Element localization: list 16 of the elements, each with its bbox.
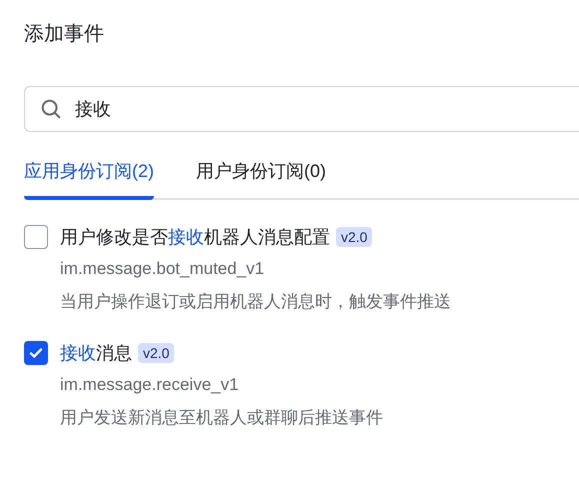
version-tag: v2.0 xyxy=(336,227,372,247)
version-tag: v2.0 xyxy=(138,343,174,363)
checkmark-icon xyxy=(29,347,43,359)
checkbox[interactable] xyxy=(24,225,48,249)
search-field[interactable]: 接收 xyxy=(24,86,579,132)
event-title: 用户修改是否接收机器人消息配置 xyxy=(60,226,330,248)
event-description: 用户发送新消息至机器人或群聊后推送事件 xyxy=(60,407,383,429)
event-key: im.message.bot_muted_v1 xyxy=(60,252,264,286)
dialog-title: 添加事件 xyxy=(24,22,104,47)
event-title: 接收消息 xyxy=(60,342,132,364)
tab[interactable]: 应用身份订阅(2) xyxy=(24,158,154,200)
search-icon xyxy=(40,98,62,120)
event-key: im.message.receive_v1 xyxy=(60,368,239,402)
checkbox[interactable] xyxy=(24,341,48,365)
event-description: 当用户操作退订或启用机器人消息时，触发事件推送 xyxy=(60,291,451,313)
tab[interactable]: 用户身份订阅(0) xyxy=(196,158,326,200)
